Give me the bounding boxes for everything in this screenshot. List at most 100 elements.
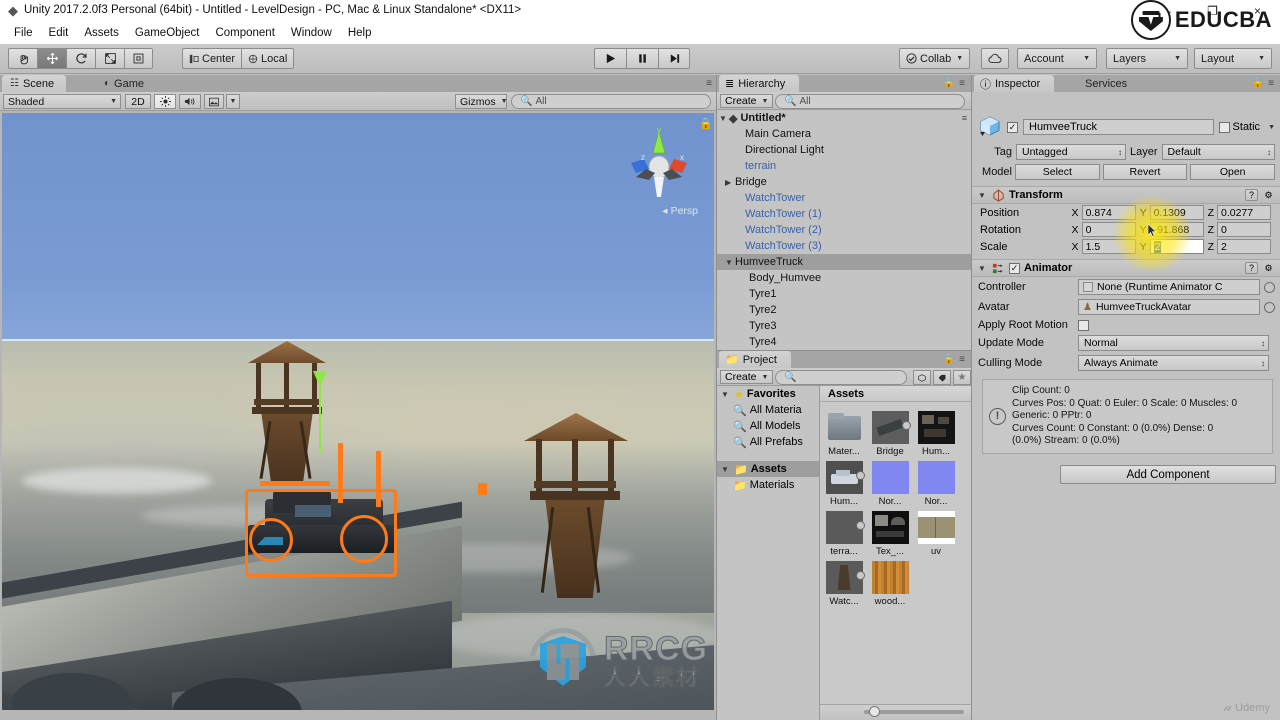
hierarchy-panel-controls[interactable]: 🔒 ≡ [943, 78, 965, 89]
lock-icon[interactable]: 🔒 [943, 78, 955, 89]
hierarchy-item-body-humvee[interactable]: Body_Humvee [717, 270, 972, 286]
asset-item-wood[interactable]: wood... [870, 561, 910, 607]
hierarchy-item-watchtower-2[interactable]: WatchTower (2) [717, 222, 972, 238]
project-tree-materials[interactable]: 📁 Materials [717, 477, 819, 493]
layout-button[interactable]: Layout ▼ [1194, 48, 1272, 69]
help-icon[interactable]: ? [1245, 262, 1258, 274]
hierarchy-item-tyre4[interactable]: Tyre4 [717, 334, 972, 350]
hierarchy-item-bridge[interactable]: ▶ Bridge [717, 174, 972, 190]
tab-services[interactable]: Services [1077, 75, 1140, 92]
asset-item-bridge[interactable]: Bridge [870, 411, 911, 457]
hierarchy-search-input[interactable]: 🔍 All [775, 94, 965, 109]
lock-icon[interactable]: 🔒 [1252, 78, 1264, 89]
project-grid[interactable]: Assets Mater... Bridge Hum... Hum... Nor… [820, 386, 972, 720]
apply-root-motion-checkbox[interactable] [1078, 319, 1089, 331]
tab-scene[interactable]: ☷ Scene [2, 75, 67, 92]
step-button[interactable] [658, 48, 690, 69]
culling-mode-dropdown[interactable]: Always Animate ↕ [1078, 355, 1269, 371]
hierarchy-item-watchtower-3[interactable]: WatchTower (3) [717, 238, 972, 254]
chevron-down-icon[interactable]: ▼ [719, 114, 729, 123]
lighting-toggle-button[interactable] [154, 94, 176, 109]
chevron-right-icon[interactable]: ▶ [725, 178, 735, 187]
project-tree-assets[interactable]: ▼ 📁 Assets [717, 461, 819, 477]
scene-search-input[interactable]: 🔍 All [511, 94, 711, 109]
static-toggle[interactable]: Static ▼ [1218, 121, 1275, 133]
controller-picker-button[interactable] [1264, 281, 1275, 293]
avatar-picker-button[interactable] [1264, 301, 1275, 313]
collab-button[interactable]: Collab ▼ [899, 48, 971, 69]
filter-by-label-button[interactable] [933, 370, 951, 385]
thumbnail-size-slider[interactable] [864, 706, 964, 717]
gizmo-y-axis-line[interactable] [319, 385, 321, 453]
2d-toggle-button[interactable]: 2D [125, 94, 151, 109]
tag-dropdown[interactable]: Untagged ↕ [1016, 144, 1126, 160]
hierarchy-item-directional-light[interactable]: Directional Light [717, 142, 972, 158]
asset-item-uv[interactable]: uv [916, 511, 956, 557]
hierarchy-item-watchtower-1[interactable]: WatchTower (1) [717, 206, 972, 222]
panel-options-icon[interactable]: ≡ [1268, 78, 1274, 89]
model-select-button[interactable]: Select [1015, 164, 1100, 180]
hierarchy-tree[interactable]: ▼ ◆ Untitled* ≡ Main Camera Directional … [717, 110, 972, 350]
scale-z-input[interactable]: 2 [1217, 239, 1271, 254]
favorites-filter-button[interactable]: ★ [953, 370, 971, 385]
panel-options-icon[interactable]: ≡ [959, 78, 965, 89]
draw-mode-dropdown[interactable]: Shaded ▼ [3, 94, 121, 109]
cloud-button[interactable] [981, 48, 1009, 69]
menu-file[interactable]: File [6, 25, 41, 41]
scene-options-icon[interactable]: ≡ [962, 113, 967, 123]
panel-options-icon[interactable]: ≡ [959, 354, 965, 365]
help-icon[interactable]: ? [1245, 189, 1258, 201]
hierarchy-item-humveetruck[interactable]: ▼ HumveeTruck [717, 254, 972, 270]
rotate-tool-button[interactable] [66, 48, 95, 69]
hierarchy-create-button[interactable]: Create ▼ [720, 94, 774, 108]
scale-x-input[interactable]: 1.5 [1081, 239, 1136, 254]
panel-options-icon[interactable]: ≡ [706, 78, 712, 89]
controller-object-field[interactable]: None (Runtime Animator C [1078, 279, 1260, 295]
hierarchy-item-watchtower[interactable]: WatchTower [717, 190, 972, 206]
chevron-down-icon[interactable]: ▼ [978, 264, 988, 273]
menu-gameobject[interactable]: GameObject [127, 25, 208, 41]
add-component-button[interactable]: Add Component [1060, 465, 1276, 484]
menu-component[interactable]: Component [207, 25, 282, 41]
model-revert-button[interactable]: Revert [1102, 164, 1188, 180]
fx-dropdown-button[interactable]: ▼ [226, 94, 240, 109]
tab-inspector[interactable]: ⓘ Inspector [974, 75, 1055, 92]
project-tree-favorites[interactable]: ▼ ★ Favorites [717, 386, 819, 402]
model-open-button[interactable]: Open [1190, 164, 1276, 180]
scene-viewport[interactable]: y z x 🔒 ◂ Persp [2, 113, 714, 710]
scene-panel-menu[interactable]: ≡ [706, 78, 712, 89]
project-tree[interactable]: ▼ ★ Favorites 🔍 All Materia 🔍 All Models… [717, 386, 820, 720]
menu-window[interactable]: Window [283, 25, 340, 41]
asset-item-watchtower[interactable]: Watc... [824, 561, 865, 607]
gizmo-lock-icon[interactable]: 🔒 [699, 117, 713, 130]
hierarchy-scene-root[interactable]: ▼ ◆ Untitled* ≡ [717, 110, 972, 126]
animator-component-header[interactable]: ▼ ✓ Animator ? ⚙ [972, 259, 1280, 277]
hierarchy-item-tyre3[interactable]: Tyre3 [717, 318, 972, 334]
menu-help[interactable]: Help [340, 25, 380, 41]
static-chevron-down-icon[interactable]: ▼ [1268, 124, 1275, 131]
project-create-button[interactable]: Create ▼ [720, 370, 774, 384]
object-name-input[interactable]: HumveeTruck [1023, 119, 1214, 135]
slider-knob[interactable] [869, 706, 880, 717]
layers-button[interactable]: Layers ▼ [1106, 48, 1188, 69]
asset-item-terrain[interactable]: terra... [824, 511, 865, 557]
hierarchy-item-tyre1[interactable]: Tyre1 [717, 286, 972, 302]
chevron-down-icon[interactable]: ▼ [725, 258, 735, 267]
lock-icon[interactable]: 🔒 [943, 354, 955, 365]
tab-hierarchy[interactable]: ≣ Hierarchy [719, 75, 800, 92]
filter-by-type-button[interactable] [913, 370, 931, 385]
object-enabled-checkbox[interactable]: ✓ [1007, 121, 1018, 133]
scale-tool-button[interactable] [95, 48, 124, 69]
chevron-down-icon[interactable]: ▼ [721, 465, 731, 474]
chevron-down-icon[interactable]: ▼ [978, 191, 988, 200]
menu-edit[interactable]: Edit [41, 25, 77, 41]
avatar-object-field[interactable]: ♟ HumveeTruckAvatar [1078, 299, 1260, 315]
position-z-input[interactable]: 0.0277 [1217, 205, 1271, 220]
scale-y-input[interactable]: 2 [1149, 239, 1204, 254]
asset-item-materials[interactable]: Mater... [824, 411, 864, 457]
pause-button[interactable] [626, 48, 658, 69]
asset-item-normal-2[interactable]: Nor... [916, 461, 956, 507]
animator-enabled-checkbox[interactable]: ✓ [1009, 262, 1020, 274]
hierarchy-item-tyre2[interactable]: Tyre2 [717, 302, 972, 318]
fx-toggle-button[interactable] [204, 94, 224, 109]
